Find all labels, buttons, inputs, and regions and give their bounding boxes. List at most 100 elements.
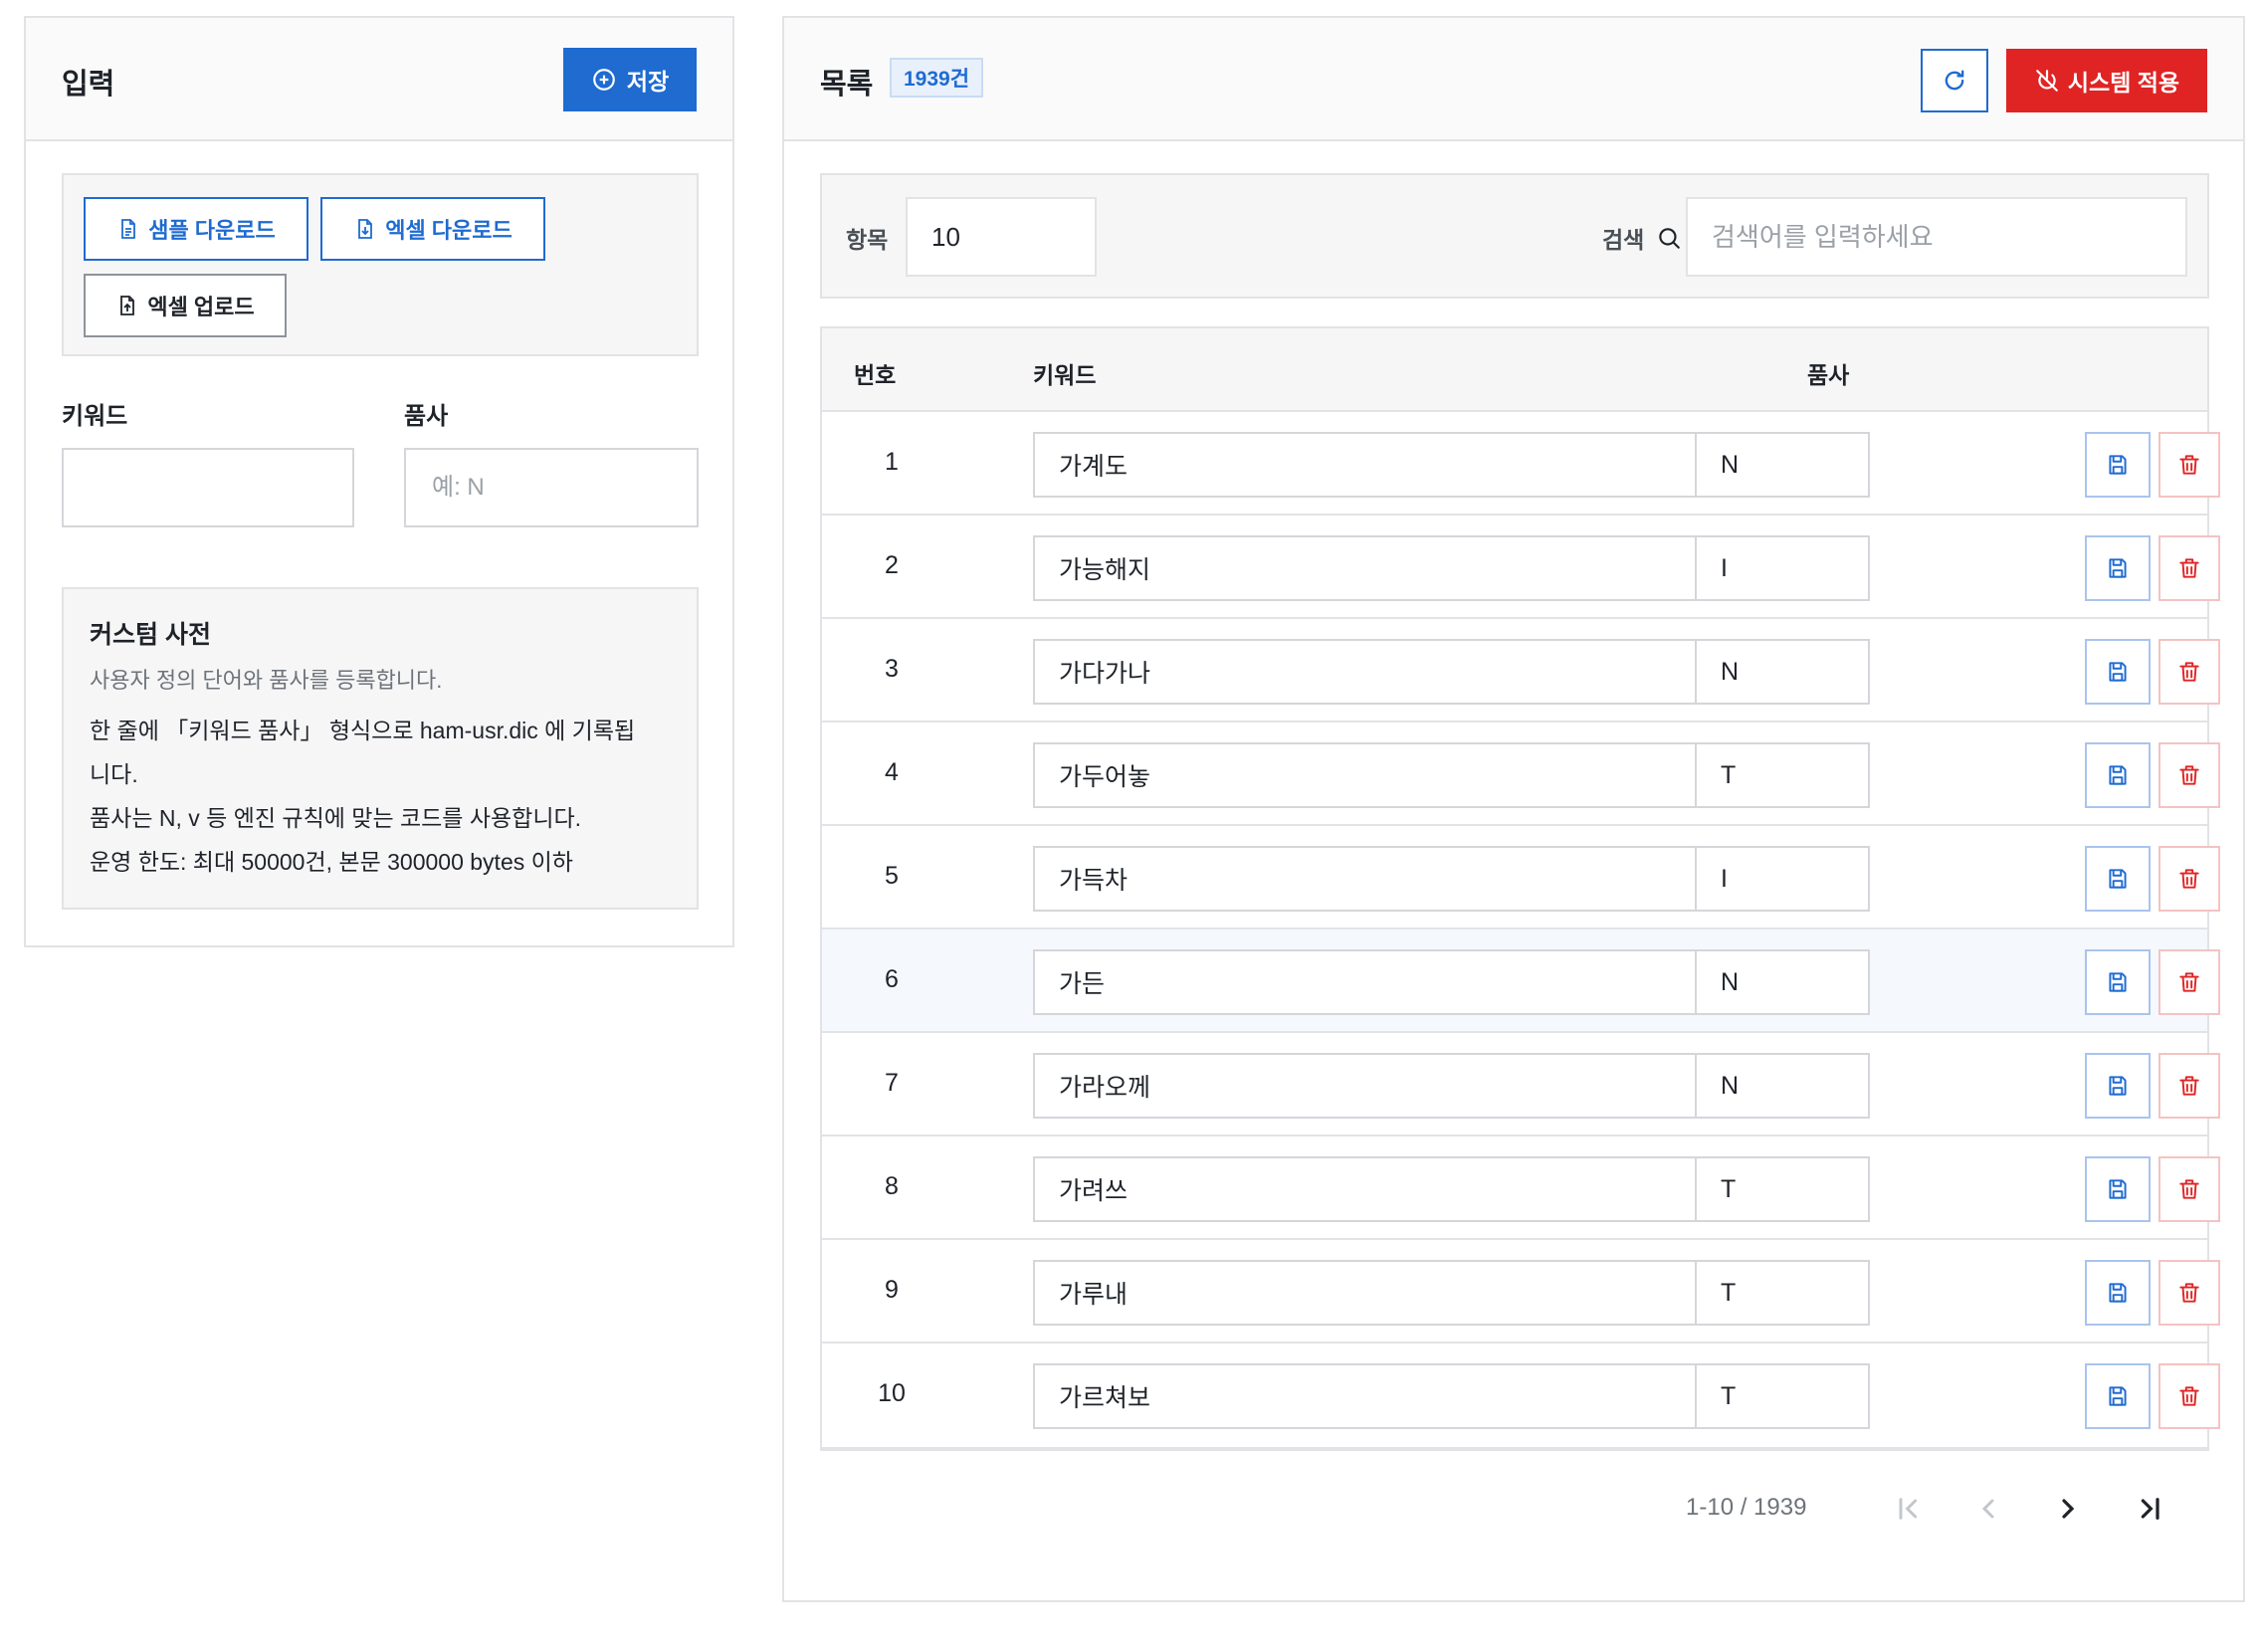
trash-icon xyxy=(2179,869,2199,889)
search-icon xyxy=(1659,228,1680,249)
excel-download-button[interactable]: 엑셀 다운로드 xyxy=(320,197,545,261)
floppy-disk-icon xyxy=(2109,765,2127,785)
row-save-button[interactable] xyxy=(2085,742,2151,808)
trash-icon xyxy=(2179,765,2199,785)
row-pos-input[interactable]: N xyxy=(1695,432,1870,498)
trash-icon xyxy=(2179,1076,2199,1096)
power-off-icon xyxy=(2036,70,2058,92)
row-save-button[interactable] xyxy=(2085,1156,2151,1222)
table-row: 9 가루내 T xyxy=(822,1240,2220,1343)
row-delete-button[interactable] xyxy=(2158,949,2220,1015)
row-delete-button[interactable] xyxy=(2158,535,2220,601)
trash-icon xyxy=(2179,1179,2199,1199)
floppy-disk-icon xyxy=(2109,1179,2127,1199)
row-keyword-input[interactable]: 가계도 xyxy=(1033,432,1744,498)
row-delete-button[interactable] xyxy=(2158,742,2220,808)
save-button[interactable]: 저장 xyxy=(563,48,697,111)
row-pos-input[interactable]: T xyxy=(1695,1363,1870,1429)
row-delete-button[interactable] xyxy=(2158,1363,2220,1429)
row-save-button[interactable] xyxy=(2085,1363,2151,1429)
trash-icon xyxy=(2179,662,2199,682)
excel-download-label: 엑셀 다운로드 xyxy=(385,218,513,243)
row-delete-button[interactable] xyxy=(2158,639,2220,705)
row-keyword-input[interactable]: 가르쳐보 xyxy=(1033,1363,1744,1429)
row-delete-button[interactable] xyxy=(2158,846,2220,912)
floppy-disk-icon xyxy=(2109,1386,2127,1406)
pos-label: 품사 xyxy=(404,403,449,430)
info-line: 품사는 N, v 등 엔진 규칙에 맞는 코드를 사용합니다. xyxy=(90,805,582,831)
row-pos-input[interactable]: N xyxy=(1695,949,1870,1015)
row-save-button[interactable] xyxy=(2085,1053,2151,1119)
list-panel-title: 목록 xyxy=(820,69,874,101)
search-input[interactable] xyxy=(1686,197,2187,277)
row-pos-input[interactable]: N xyxy=(1695,1053,1870,1119)
first-page-button[interactable] xyxy=(1887,1487,1931,1531)
row-keyword-input[interactable]: 가라오께 xyxy=(1033,1053,1744,1119)
items-per-page-input[interactable] xyxy=(906,197,1097,277)
table-row: 5 가득차 I xyxy=(822,826,2220,929)
floppy-disk-icon xyxy=(2109,869,2127,889)
last-page-button[interactable] xyxy=(2128,1487,2171,1531)
row-pos-input[interactable]: I xyxy=(1695,535,1870,601)
row-save-button[interactable] xyxy=(2085,949,2151,1015)
row-number: 7 xyxy=(885,1069,899,1097)
list-panel-header: 목록 1939건 시스템 적용 xyxy=(784,18,2243,141)
row-number: 6 xyxy=(885,965,899,993)
row-pos-input[interactable]: I xyxy=(1695,846,1870,912)
trash-icon xyxy=(2179,972,2199,992)
row-number: 4 xyxy=(885,758,899,786)
row-delete-button[interactable] xyxy=(2158,1053,2220,1119)
row-number: 9 xyxy=(885,1276,899,1304)
row-save-button[interactable] xyxy=(2085,535,2151,601)
floppy-disk-icon xyxy=(2109,972,2127,992)
row-pos-input[interactable]: T xyxy=(1695,1156,1870,1222)
prev-page-icon xyxy=(1981,1499,1994,1519)
trash-icon xyxy=(2179,1386,2199,1406)
row-keyword-input[interactable]: 가능해지 xyxy=(1033,535,1744,601)
input-panel: 입력 저장 샘플 다운로드 엑셀 다운로드 엑셀 업로드 키워드 품사 커스텀 … xyxy=(24,16,734,947)
row-pos-input[interactable]: N xyxy=(1695,639,1870,705)
row-delete-button[interactable] xyxy=(2158,1260,2220,1326)
row-delete-button[interactable] xyxy=(2158,1156,2220,1222)
system-apply-button[interactable]: 시스템 적용 xyxy=(2006,49,2207,112)
filter-bar: 항목 검색 xyxy=(820,173,2209,299)
save-button-label: 저장 xyxy=(626,69,670,95)
row-pos-input[interactable]: T xyxy=(1695,1260,1870,1326)
table-row: 1 가계도 N xyxy=(822,412,2220,516)
row-keyword-input[interactable]: 가득차 xyxy=(1033,846,1744,912)
last-page-icon xyxy=(2141,1498,2159,1520)
row-delete-button[interactable] xyxy=(2158,432,2220,498)
row-keyword-input[interactable]: 가든 xyxy=(1033,949,1744,1015)
refresh-button[interactable] xyxy=(1921,49,1988,112)
column-header-num: 번호 xyxy=(854,362,897,388)
table-row: 2 가능해지 I xyxy=(822,516,2220,619)
keyword-input[interactable] xyxy=(62,448,354,527)
sample-download-button[interactable]: 샘플 다운로드 xyxy=(84,197,308,261)
row-save-button[interactable] xyxy=(2085,846,2151,912)
row-number: 2 xyxy=(885,551,899,579)
row-save-button[interactable] xyxy=(2085,1260,2151,1326)
pos-input[interactable] xyxy=(404,448,699,527)
row-keyword-input[interactable]: 가두어놓 xyxy=(1033,742,1744,808)
row-keyword-input[interactable]: 가루내 xyxy=(1033,1260,1744,1326)
table-row: 8 가려쓰 T xyxy=(822,1136,2220,1240)
row-save-button[interactable] xyxy=(2085,639,2151,705)
table-row: 3 가다가나 N xyxy=(822,619,2220,723)
floppy-disk-icon xyxy=(2109,558,2127,578)
next-page-button[interactable] xyxy=(2046,1487,2090,1531)
custom-dictionary-info: 커스텀 사전 사용자 정의 단어와 품사를 등록합니다. 한 줄에 「키워드 품… xyxy=(62,587,699,910)
row-save-button[interactable] xyxy=(2085,432,2151,498)
info-subtitle: 사용자 정의 단어와 품사를 등록합니다. xyxy=(90,668,443,693)
row-keyword-input[interactable]: 가다가나 xyxy=(1033,639,1744,705)
plus-circle-icon xyxy=(592,69,615,91)
row-number: 5 xyxy=(885,862,899,890)
keyword-label: 키워드 xyxy=(62,403,128,430)
floppy-disk-icon xyxy=(2109,455,2127,475)
column-header-pos: 품사 xyxy=(1807,362,1850,388)
row-keyword-input[interactable]: 가려쓰 xyxy=(1033,1156,1744,1222)
row-pos-input[interactable]: T xyxy=(1695,742,1870,808)
excel-upload-button[interactable]: 엑셀 업로드 xyxy=(84,274,287,337)
info-line: 운영 한도: 최대 50000건, 본문 300000 bytes 이하 xyxy=(90,849,573,875)
prev-page-button[interactable] xyxy=(1966,1487,2010,1531)
info-line: 니다. xyxy=(90,761,138,787)
